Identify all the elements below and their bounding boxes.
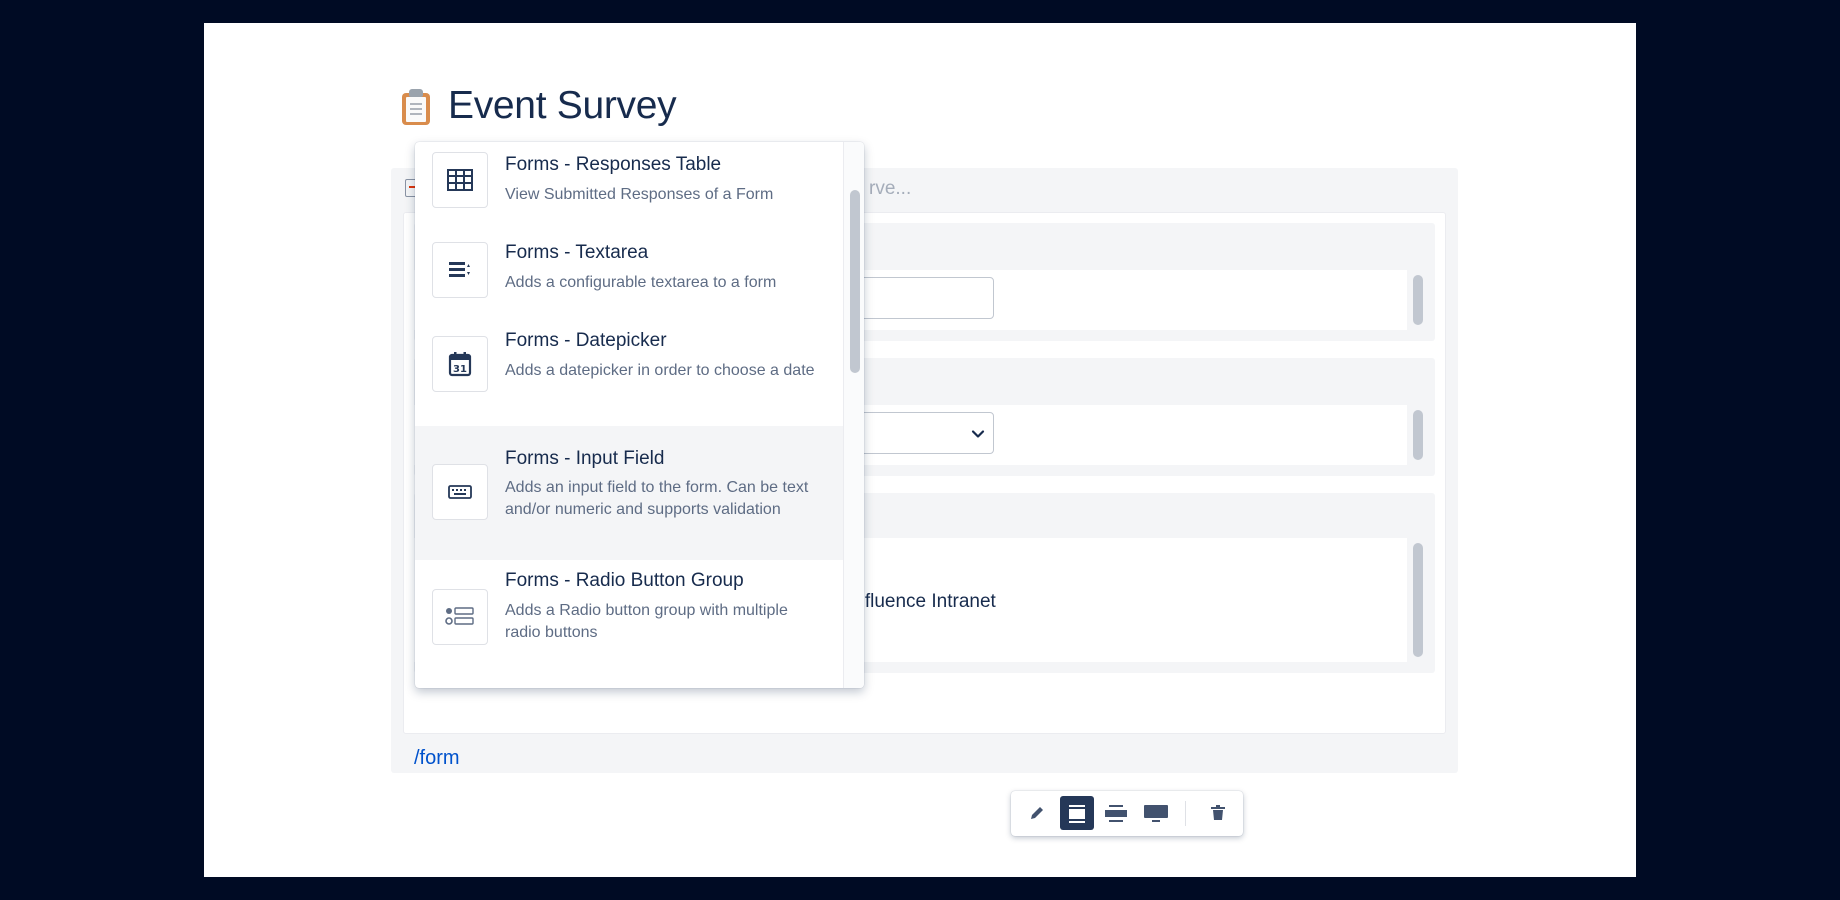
- menu-item-description: Adds a Radio button group with multiple …: [505, 602, 788, 641]
- menu-item-description: View Submitted Responses of a Form: [505, 186, 774, 203]
- layout-wide-icon: [1105, 805, 1127, 822]
- layout-center-icon: [1069, 805, 1085, 823]
- keyboard-icon: [432, 464, 488, 520]
- menu-item-title: Forms - Radio Button Group: [505, 570, 744, 591]
- menu-item-input-field[interactable]: Forms - Input Field Adds an input field …: [415, 426, 843, 560]
- calendar-icon: 31: [432, 336, 488, 392]
- menu-item-title: Forms - Textarea: [505, 242, 649, 263]
- macro-toolbar: [1011, 791, 1243, 836]
- field-scrollbar[interactable]: [1413, 275, 1423, 325]
- macro-title-fragment: rve...: [869, 178, 912, 199]
- page-title[interactable]: Event Survey: [448, 84, 677, 128]
- layout-wide-button[interactable]: [1099, 796, 1133, 830]
- menu-scrollbar-track[interactable]: [843, 142, 864, 688]
- toolbar-divider: [1185, 801, 1186, 826]
- field-scrollbar[interactable]: [1413, 543, 1423, 657]
- menu-item-description: Adds a datepicker in order to choose a d…: [505, 362, 815, 379]
- svg-text:31: 31: [453, 364, 467, 375]
- layout-fixed-width-button[interactable]: [1060, 796, 1094, 830]
- clipboard-emoji-icon: [400, 87, 432, 125]
- page-title-row: Event Survey: [400, 81, 677, 131]
- monitor-icon: [1144, 805, 1168, 822]
- table-icon: [432, 152, 488, 208]
- menu-item-textarea[interactable]: Forms - Textarea Adds a configurable tex…: [415, 230, 843, 318]
- menu-item-responses-table[interactable]: Forms - Responses Table View Submitted R…: [415, 142, 843, 230]
- menu-item-title: Forms - Datepicker: [505, 330, 667, 351]
- textarea-icon: [432, 242, 488, 298]
- edit-button[interactable]: [1020, 796, 1054, 830]
- menu-item-description: Adds a configurable textarea to a form: [505, 274, 777, 291]
- delete-button[interactable]: [1201, 796, 1235, 830]
- menu-item-radio-button-group[interactable]: Forms - Radio Button Group Adds a Radio …: [415, 560, 843, 688]
- chevron-down-icon: [971, 430, 985, 438]
- menu-scrollbar-thumb[interactable]: [850, 190, 860, 373]
- menu-item-title: Forms - Input Field: [505, 448, 665, 469]
- menu-item-datepicker[interactable]: 31 Forms - Datepicker Adds a datepicker …: [415, 318, 843, 426]
- radio-list-icon: [432, 589, 488, 645]
- pencil-icon: [1031, 807, 1043, 819]
- slash-command-menu: Forms - Responses Table View Submitted R…: [415, 142, 864, 688]
- trash-icon: [1211, 805, 1225, 820]
- field-scrollbar[interactable]: [1413, 410, 1423, 460]
- layout-full-width-button[interactable]: [1139, 796, 1173, 830]
- menu-item-description: Adds an input field to the form. Can be …: [505, 479, 809, 518]
- slash-command-text[interactable]: /form: [414, 747, 460, 770]
- menu-item-title: Forms - Responses Table: [505, 154, 722, 175]
